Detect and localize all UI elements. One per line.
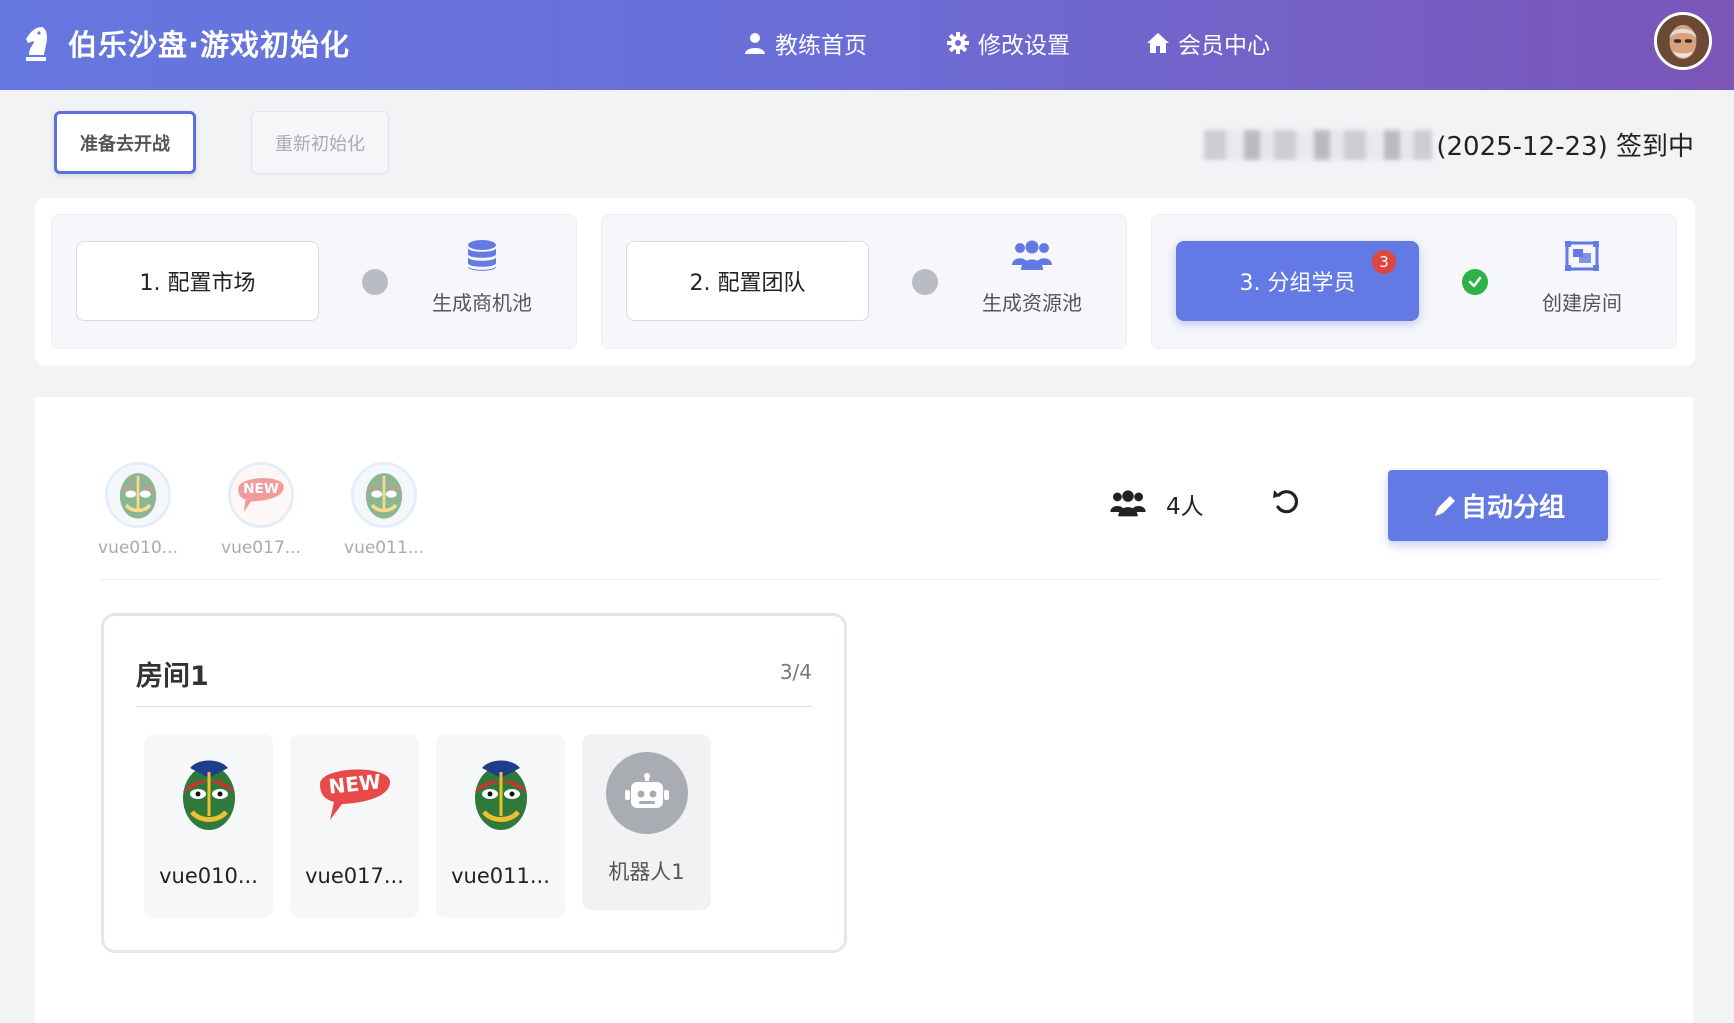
seat-name: 机器人1	[608, 860, 685, 884]
member-count-label: 4人	[1166, 494, 1204, 520]
divider	[136, 706, 812, 707]
step-card-group: 3. 分组学员 3 创建房间	[1151, 214, 1677, 349]
grouping-panel: vue010... NEW vue017... vue011... 4人 自动分…	[35, 397, 1693, 1023]
member-chip[interactable]: NEW vue017...	[216, 462, 306, 558]
step-group-students-button[interactable]: 3. 分组学员 3	[1176, 241, 1419, 321]
seat-name: vue010...	[159, 864, 258, 888]
member-count: 4人	[1110, 487, 1204, 521]
nav-member-center[interactable]: 会员中心	[1146, 26, 1270, 60]
nav-label: 修改设置	[978, 33, 1070, 59]
nav-label: 教练首页	[775, 33, 867, 59]
step-card-team: 2. 配置团队 生成资源池	[601, 214, 1127, 349]
signin-text: (2025-12-23) 签到中	[1436, 132, 1694, 162]
nav-settings[interactable]: 修改设置	[946, 26, 1070, 60]
divider	[101, 579, 1661, 580]
step-card-market: 1. 配置市场 生成商机池	[51, 214, 577, 349]
user-icon	[745, 33, 765, 54]
room-occupancy: 3/4	[779, 660, 812, 684]
app-title: 伯乐沙盘·游戏初始化	[68, 28, 351, 62]
member-name: vue011...	[344, 538, 424, 558]
gear-icon	[947, 32, 969, 54]
redacted-text	[1204, 129, 1433, 160]
opera-mask-avatar-icon	[105, 462, 171, 528]
nav-label: 会员中心	[1178, 33, 1270, 59]
room-seat[interactable]: vue011...	[436, 734, 565, 918]
robot-icon	[605, 752, 688, 834]
top-header: 伯乐沙盘·游戏初始化 教练首页 修改设置 会员中心	[0, 0, 1734, 90]
notification-badge: 3	[1372, 250, 1396, 274]
member-chip[interactable]: vue010...	[93, 462, 183, 558]
step-result-label: 生成商机池	[432, 291, 532, 315]
refresh-icon[interactable]	[1271, 485, 1303, 517]
step-result-label: 生成资源池	[982, 291, 1082, 315]
chess-knight-icon	[26, 27, 47, 61]
step-label: 3. 分组学员	[1239, 271, 1356, 296]
signin-status: (2025-12-23) 签到中	[1204, 126, 1694, 163]
steps-panel: 1. 配置市场 生成商机池 2. 配置团队 生成资源池 3. 分组学员 3 创建…	[35, 198, 1695, 366]
opera-mask-avatar-icon	[182, 760, 235, 830]
new-badge-avatar-icon: NEW	[228, 462, 294, 528]
step-configure-team-button[interactable]: 2. 配置团队	[626, 241, 869, 321]
home-icon	[1147, 33, 1169, 53]
room-card: 房间1 3/4 vue010... NEW vue017... vue011..…	[101, 613, 847, 953]
room-title: 房间1	[136, 661, 209, 692]
step-result-label: 创建房间	[1542, 291, 1622, 315]
opera-mask-avatar-icon	[351, 462, 417, 528]
member-name: vue017...	[221, 538, 301, 558]
new-badge-avatar-icon: NEW	[319, 769, 390, 820]
reinitialize-button[interactable]: 重新初始化	[251, 111, 389, 174]
room-seat[interactable]: NEW vue017...	[290, 734, 419, 918]
step-result-opportunity-pool: 生成商机池	[412, 239, 552, 316]
ready-to-battle-button[interactable]: 准备去开战	[54, 111, 196, 174]
pencil-icon	[1434, 495, 1455, 516]
member-name: vue010...	[98, 538, 178, 558]
room-seat-robot[interactable]: 机器人1	[582, 734, 711, 910]
seat-name: vue011...	[451, 864, 550, 888]
member-chip[interactable]: vue011...	[339, 462, 429, 558]
svg-text:NEW: NEW	[243, 481, 279, 497]
opera-mask-avatar-icon	[474, 760, 527, 830]
check-icon	[1462, 269, 1488, 295]
nav-coach-home[interactable]: 教练首页	[743, 26, 867, 60]
database-icon	[468, 240, 496, 271]
users-icon	[1110, 490, 1146, 517]
brand[interactable]: 伯乐沙盘·游戏初始化	[20, 22, 350, 64]
avatar-photo-icon	[1657, 15, 1709, 67]
seat-name: vue017...	[305, 864, 404, 888]
auto-group-label: 自动分组	[1460, 493, 1565, 523]
users-icon	[1012, 240, 1052, 270]
auto-group-button[interactable]: 自动分组	[1388, 470, 1608, 541]
step-status-dot	[912, 269, 938, 295]
user-avatar[interactable]	[1654, 12, 1712, 70]
step-result-resource-pool: 生成资源池	[962, 239, 1102, 316]
room-icon	[1565, 241, 1599, 271]
room-seat[interactable]: vue010...	[144, 734, 273, 918]
step-configure-market-button[interactable]: 1. 配置市场	[76, 241, 319, 321]
step-status-dot	[362, 269, 388, 295]
step-result-create-room: 创建房间	[1512, 239, 1652, 316]
